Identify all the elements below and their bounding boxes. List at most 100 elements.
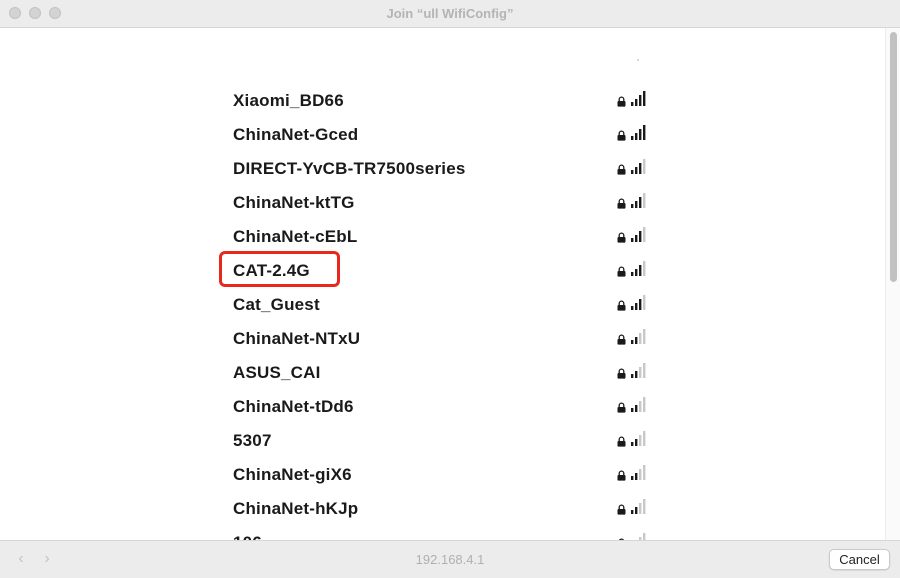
signal-bar bbox=[631, 374, 634, 378]
signal-bar bbox=[639, 265, 642, 276]
lock-icon bbox=[617, 266, 626, 277]
signal-bar bbox=[639, 469, 642, 480]
signal-bar bbox=[631, 476, 634, 480]
network-list: Xiaomi_BD66 ChinaNet-Gced DIRECT-YvCB-TR75… bbox=[0, 83, 885, 540]
network-row[interactable]: ChinaNet-Gced bbox=[0, 117, 885, 151]
network-name: ChinaNet-ktTG bbox=[233, 193, 355, 212]
loading-dot bbox=[637, 59, 639, 61]
signal-strength-icon bbox=[631, 329, 646, 344]
signal-bar bbox=[631, 408, 634, 412]
network-row[interactable]: CAT-2.4G bbox=[0, 253, 885, 287]
signal-bar bbox=[639, 95, 642, 106]
network-name: 106 bbox=[233, 533, 262, 540]
address-label: 192.168.4.1 bbox=[415, 552, 485, 567]
signal-bar bbox=[635, 99, 638, 106]
signal-strength-icon bbox=[631, 91, 646, 106]
signal-bar bbox=[643, 363, 646, 378]
network-row[interactable]: ChinaNet-hKJp bbox=[0, 491, 885, 525]
network-name: ASUS_CAI bbox=[233, 363, 321, 382]
lock-icon bbox=[617, 402, 626, 413]
signal-bar bbox=[631, 510, 634, 514]
join-network-window: Join “ull WifiConfig” Xiaomi_BD66 ChinaNe… bbox=[0, 0, 900, 578]
network-row[interactable]: DIRECT-YvCB-TR7500series bbox=[0, 151, 885, 185]
network-name: Xiaomi_BD66 bbox=[233, 91, 344, 110]
network-name: ChinaNet-giX6 bbox=[233, 465, 352, 484]
signal-bar bbox=[643, 193, 646, 208]
signal-bar bbox=[643, 295, 646, 310]
signal-bar bbox=[643, 125, 646, 140]
signal-strength-icon bbox=[631, 397, 646, 412]
network-row[interactable]: Xiaomi_BD66 bbox=[0, 83, 885, 117]
signal-bar bbox=[635, 133, 638, 140]
network-row[interactable]: ASUS_CAI bbox=[0, 355, 885, 389]
cancel-button[interactable]: Cancel bbox=[829, 549, 890, 570]
signal-bar bbox=[639, 231, 642, 242]
network-row[interactable]: Cat_Guest bbox=[0, 287, 885, 321]
signal-bar bbox=[643, 397, 646, 412]
lock-icon bbox=[617, 232, 626, 243]
signal-bar bbox=[635, 473, 638, 480]
network-row[interactable]: ChinaNet-NTxU bbox=[0, 321, 885, 355]
signal-bar bbox=[639, 435, 642, 446]
signal-bar bbox=[631, 136, 634, 140]
vertical-scrollbar[interactable] bbox=[885, 28, 900, 540]
title-bar: Join “ull WifiConfig” bbox=[0, 0, 900, 28]
scrollbar-thumb[interactable] bbox=[890, 32, 897, 282]
signal-strength-icon bbox=[631, 261, 646, 276]
signal-strength-icon bbox=[631, 363, 646, 378]
bottom-bar: ‹ › 192.168.4.1 Cancel bbox=[0, 540, 900, 578]
lock-icon bbox=[617, 334, 626, 345]
lock-icon bbox=[617, 436, 626, 447]
lock-icon bbox=[617, 504, 626, 515]
signal-strength-icon bbox=[639, 533, 646, 540]
network-name: ChinaNet-NTxU bbox=[233, 329, 361, 348]
signal-strength-icon bbox=[631, 193, 646, 208]
signal-bar bbox=[635, 303, 638, 310]
signal-bar bbox=[631, 272, 634, 276]
lock-icon bbox=[617, 198, 626, 209]
signal-bar bbox=[643, 431, 646, 446]
signal-bar bbox=[643, 227, 646, 242]
network-row[interactable]: 5307 bbox=[0, 423, 885, 457]
signal-bar bbox=[635, 507, 638, 514]
network-row[interactable]: ChinaNet-tDd6 bbox=[0, 389, 885, 423]
signal-bar bbox=[631, 238, 634, 242]
network-name: ChinaNet-Gced bbox=[233, 125, 359, 144]
signal-bar bbox=[639, 401, 642, 412]
signal-strength-icon bbox=[631, 159, 646, 174]
signal-bar bbox=[643, 159, 646, 174]
signal-bar bbox=[643, 261, 646, 276]
network-name: ChinaNet-cEbL bbox=[233, 227, 358, 246]
signal-bar bbox=[643, 91, 646, 106]
network-row[interactable]: ChinaNet-giX6 bbox=[0, 457, 885, 491]
lock-icon bbox=[617, 470, 626, 481]
signal-bar bbox=[631, 306, 634, 310]
signal-bar bbox=[635, 405, 638, 412]
signal-bar bbox=[639, 163, 642, 174]
lock-icon bbox=[617, 130, 626, 141]
network-row[interactable]: ChinaNet-cEbL bbox=[0, 219, 885, 253]
signal-bar bbox=[631, 340, 634, 344]
signal-strength-icon bbox=[631, 227, 646, 242]
signal-bar bbox=[639, 367, 642, 378]
window-title: Join “ull WifiConfig” bbox=[386, 6, 514, 21]
network-name: ChinaNet-hKJp bbox=[233, 499, 359, 518]
signal-bar bbox=[635, 269, 638, 276]
network-row[interactable]: 106 bbox=[0, 525, 885, 540]
signal-bar bbox=[639, 333, 642, 344]
signal-strength-icon bbox=[631, 431, 646, 446]
lock-icon bbox=[617, 368, 626, 379]
network-name: ChinaNet-tDd6 bbox=[233, 397, 354, 416]
signal-strength-icon bbox=[631, 499, 646, 514]
signal-strength-icon bbox=[631, 295, 646, 310]
signal-bar bbox=[643, 465, 646, 480]
signal-bar bbox=[635, 371, 638, 378]
network-row[interactable]: ChinaNet-ktTG bbox=[0, 185, 885, 219]
signal-bar bbox=[631, 204, 634, 208]
network-name: Cat_Guest bbox=[233, 295, 320, 314]
signal-strength-icon bbox=[631, 465, 646, 480]
signal-bar bbox=[639, 197, 642, 208]
signal-strength-icon bbox=[631, 125, 646, 140]
signal-bar bbox=[639, 299, 642, 310]
network-name: 5307 bbox=[233, 431, 272, 450]
